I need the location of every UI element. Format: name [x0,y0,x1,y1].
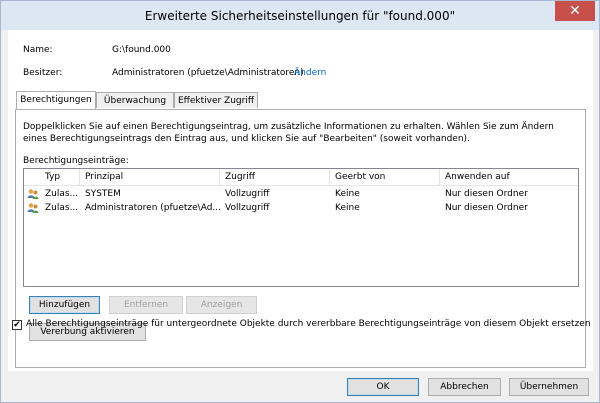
change-owner-link[interactable]: Ändern [294,68,326,78]
ok-button[interactable]: OK [347,378,419,396]
cancel-button[interactable]: Abbrechen [428,378,501,396]
panel-description: Doppelklicken Sie auf einen Berechtigung… [23,122,554,144]
tab-permissions[interactable]: Berechtigungen [16,91,96,109]
column-header-applies-to[interactable]: Anwenden auf [440,169,578,185]
cell-inherited-from: Keine [335,203,360,213]
close-button[interactable]: ✕ [555,1,595,21]
remove-button[interactable]: Entfernen [109,296,183,314]
name-value: G:\found.000 [112,45,171,55]
replace-child-permissions-label: Alle Berechtigungseinträge für untergeor… [26,319,591,329]
owner-label: Besitzer: [23,68,63,78]
cell-type: Zulas... [45,203,79,213]
tab-effective-access[interactable]: Effektiver Zugriff [174,92,258,108]
table-row[interactable]: Zulas... Administratoren (pfuetze\Ad... … [24,201,578,215]
tab-label: Effektiver Zugriff [177,96,255,106]
cell-inherited-from: Keine [335,189,360,199]
tab-auditing[interactable]: Überwachung [96,92,174,108]
cell-applies-to: Nur diesen Ordner [445,203,528,213]
apply-button[interactable]: Übernehmen [509,378,589,396]
title-bar[interactable]: Erweiterte Sicherheitseinstellungen für … [1,1,599,30]
window-title: Erweiterte Sicherheitseinstellungen für … [144,9,456,23]
column-header-inherited-from[interactable]: Geerbt von [330,169,440,185]
close-icon: ✕ [569,3,581,19]
permissions-panel: Doppelklicken Sie auf einen Berechtigung… [15,109,586,368]
cell-principal: SYSTEM [85,189,121,199]
dialog-window: Erweiterte Sicherheitseinstellungen für … [0,0,600,403]
entries-label: Berechtigungseinträge: [23,156,129,166]
cell-principal: Administratoren (pfuetze\Ad... [85,203,220,213]
replace-child-permissions-checkbox[interactable]: ✔ [12,320,22,330]
cell-applies-to: Nur diesen Ordner [445,189,528,199]
name-label: Name: [23,45,53,55]
tab-label: Überwachung [103,96,167,106]
cell-type: Zulas... [45,189,79,199]
users-icon [27,203,39,213]
permission-entries-list[interactable]: Typ Prinzipal Zugriff Geerbt von Anwende… [23,168,579,287]
tab-label: Berechtigungen [20,95,92,105]
column-header-type[interactable]: Typ [40,169,80,185]
list-header: Typ Prinzipal Zugriff Geerbt von Anwende… [24,169,578,186]
view-button[interactable]: Anzeigen [186,296,257,314]
column-header-access[interactable]: Zugriff [220,169,330,185]
cell-access: Vollzugriff [225,203,270,213]
checkmark-icon: ✔ [13,320,21,330]
owner-value: Administratoren (pfuetze\Administratoren… [112,68,304,78]
column-header-principal[interactable]: Prinzipal [80,169,220,185]
cell-access: Vollzugriff [225,189,270,199]
users-icon [27,189,39,199]
table-row[interactable]: Zulas... SYSTEM Vollzugriff Keine Nur di… [24,187,578,201]
add-button[interactable]: Hinzufügen [29,296,100,314]
